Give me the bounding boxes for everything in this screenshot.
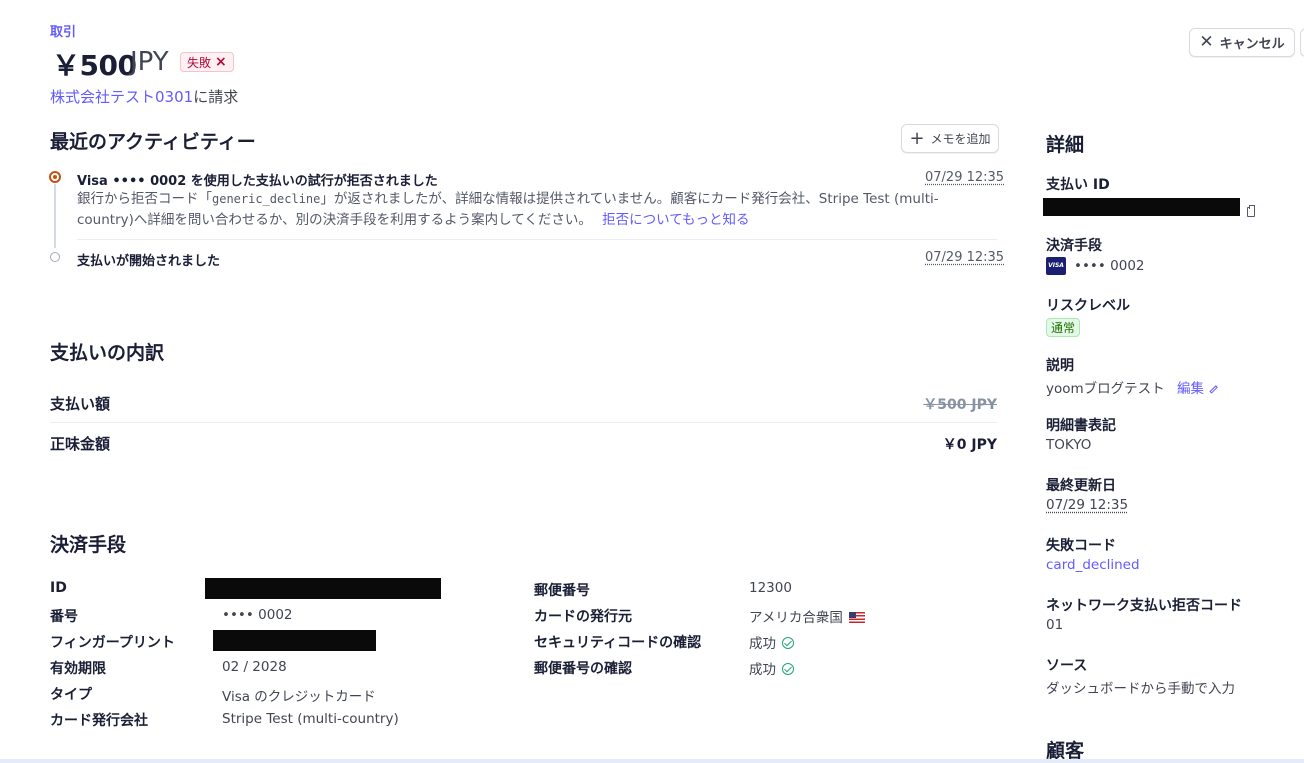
breakdown-title: 支払いの内訳: [50, 342, 165, 364]
pm-fingerprint-label: フィンガープリント: [50, 635, 175, 651]
close-icon: ×: [215, 54, 227, 70]
more-actions-button[interactable]: [1300, 28, 1304, 57]
activity-item-title: 支払いが開始されました: [77, 254, 221, 269]
method-value-text: •••• 0002: [1074, 258, 1145, 274]
payment-amount: ￥500: [52, 49, 137, 82]
add-note-label: メモを追加: [930, 132, 991, 146]
cancel-button-label: キャンセル: [1219, 37, 1285, 52]
pm-type-value: Visa のクレジットカード: [222, 689, 376, 705]
activity-item-timestamp[interactable]: 07/29 12:35: [925, 170, 1004, 185]
network-decline-value: 01: [1046, 617, 1064, 633]
redacted-fingerprint: [213, 630, 376, 651]
pm-number-label: 番号: [50, 609, 78, 625]
check-circle-icon: [782, 637, 794, 649]
status-badge-label: 失敗: [187, 55, 212, 70]
details-title: 詳細: [1046, 134, 1085, 156]
pm-expiry-value: 02 / 2028: [222, 659, 287, 675]
pm-cvc-label: セキュリティコードの確認: [534, 635, 702, 651]
pm-type-label: タイプ: [50, 687, 92, 703]
breadcrumb[interactable]: 取引: [50, 21, 76, 40]
cancel-button[interactable]: ✕ キャンセル: [1189, 28, 1295, 57]
copy-icon[interactable]: [1247, 205, 1255, 217]
plus-icon: +: [909, 127, 925, 149]
pencil-icon: [1209, 384, 1218, 393]
pm-postal-check-text: 成功: [749, 662, 776, 678]
status-badge: 失敗 ×: [180, 52, 234, 72]
network-decline-label: ネットワーク支払い拒否コード: [1046, 598, 1242, 614]
updated-label: 最終更新日: [1046, 478, 1116, 494]
risk-badge: 通常: [1046, 317, 1081, 337]
edit-description-button[interactable]: 編集: [1177, 381, 1218, 397]
decline-code: generic_decline: [212, 192, 321, 206]
statement-label: 明細書表記: [1046, 418, 1116, 434]
pm-cvc-text: 成功: [749, 636, 776, 652]
bottom-bar: [0, 759, 1304, 763]
divider: [77, 239, 997, 240]
activity-title: 最近のアクティビティー: [50, 131, 256, 153]
payment-method-title: 決済手段: [50, 534, 127, 556]
risk-label: リスクレベル: [1046, 298, 1130, 314]
learn-more-link[interactable]: 拒否についてもっと知る: [602, 212, 749, 228]
description-label: 説明: [1046, 358, 1074, 374]
charge-suffix: に請求: [193, 88, 239, 106]
activity-item-description: 銀行から拒否コード「generic_decline」が返されましたが、詳細な情報…: [77, 189, 957, 231]
pm-id-label: ID: [50, 580, 67, 596]
pm-postal-check-value: 成功: [749, 658, 794, 678]
method-label: 決済手段: [1046, 238, 1102, 254]
breakdown-label: 正味金額: [50, 435, 111, 453]
timeline-line: [54, 184, 56, 248]
customer-link[interactable]: 株式会社テスト0301: [50, 88, 193, 106]
activity-item-title: Visa •••• 0002 を使用した支払いの試行が拒否されました: [77, 174, 438, 189]
redacted-payment-id: [1043, 198, 1240, 216]
description-text: yoomブログテスト: [1046, 381, 1165, 397]
add-note-button[interactable]: + メモを追加: [901, 124, 999, 153]
statement-value: TOKYO: [1046, 437, 1092, 453]
source-value: ダッシュボードから手動で入力: [1046, 681, 1235, 697]
description-value: yoomブログテスト 編集: [1046, 377, 1218, 397]
breakdown-value: ￥500 JPY: [923, 397, 997, 413]
breakdown-label: 支払い額: [50, 395, 111, 413]
breakdown-value: ￥0 JPY: [942, 437, 997, 453]
pm-cvc-value: 成功: [749, 632, 794, 652]
pm-expiry-label: 有効期限: [50, 661, 106, 677]
payment-currency: JPY: [130, 47, 169, 77]
pm-origin-value: アメリカ合衆国: [749, 606, 865, 626]
updated-value[interactable]: 07/29 12:35: [1046, 497, 1128, 513]
timeline-dot-active: [49, 171, 61, 183]
check-circle-icon: [782, 663, 794, 675]
method-value: VISA •••• 0002: [1046, 257, 1145, 275]
pm-postal-label: 郵便番号: [534, 583, 590, 599]
charge-description: 株式会社テスト0301に請求: [50, 86, 238, 107]
edit-label: 編集: [1176, 381, 1204, 397]
payment-id-label: 支払い ID: [1046, 177, 1110, 193]
pm-issuer-value: Stripe Test (multi-country): [222, 711, 399, 727]
timeline-dot: [50, 252, 60, 262]
source-label: ソース: [1046, 658, 1088, 674]
pm-origin-text: アメリカ合衆国: [749, 610, 843, 626]
failure-code-label: 失敗コード: [1046, 538, 1116, 554]
us-flag-icon: [848, 612, 865, 623]
failure-code-link[interactable]: card_declined: [1046, 557, 1140, 573]
visa-icon: VISA: [1046, 257, 1066, 275]
activity-item-timestamp[interactable]: 07/29 12:35: [925, 250, 1004, 265]
divider: [50, 422, 997, 423]
pm-postal-value: 12300: [749, 580, 792, 596]
desc-text: 銀行から拒否コード「: [77, 191, 212, 207]
pm-number-value: •••• 0002: [222, 607, 293, 623]
pm-issuer-label: カード発行会社: [50, 713, 148, 729]
risk-badge-label: 通常: [1046, 318, 1081, 337]
pm-origin-label: カードの発行元: [534, 609, 632, 625]
pm-postal-check-label: 郵便番号の確認: [534, 661, 632, 677]
redacted-id: [205, 578, 441, 599]
close-icon: ✕: [1199, 32, 1214, 52]
